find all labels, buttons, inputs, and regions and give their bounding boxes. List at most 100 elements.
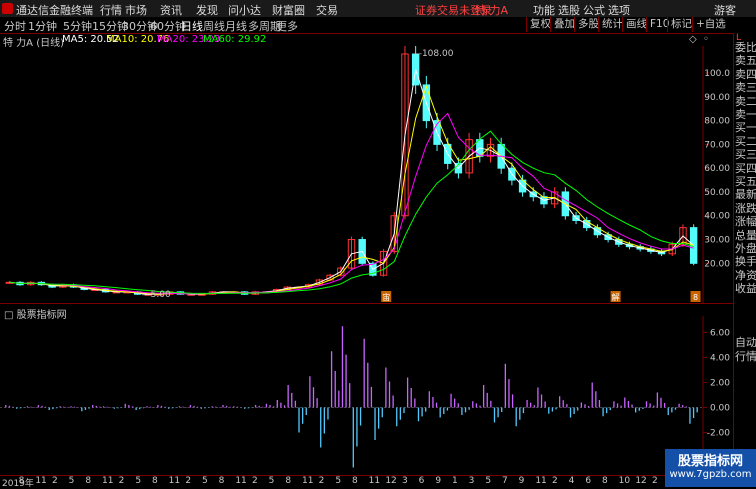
date-axis-label: 8 [85,476,92,486]
date-axis-label: 8 [602,476,608,486]
ma-lines [9,69,695,295]
indicator-chart[interactable]: 6.00 4.00 2.00 0.00 -2.00 [0,316,733,474]
chart-options-icon[interactable]: ◦ [703,34,709,45]
date-axis-label: 7 [502,476,508,486]
indicator-tick-label: 0.00 [710,404,730,414]
side-quote-field[interactable]: 买二 [735,135,756,148]
date-axis-label: 3 [468,476,475,486]
period-weekly[interactable]: 周线 [203,18,225,34]
max-price-label: —108.00 [413,49,454,59]
date-axis-label: 2 [185,476,192,486]
date-axis-label: 6 [585,476,592,486]
date-axis-label: 8 [152,476,158,486]
date-axis-label: 11 [102,476,114,486]
date-axis-label: 8 [218,476,225,486]
side-quote-field[interactable]: 涨幅 [735,215,756,228]
min-price-label: —5.00 [142,290,171,300]
side-quote-field[interactable]: 买四 [735,162,756,175]
date-axis-label: 5 [485,476,492,486]
period-1min[interactable]: 1分钟 [28,18,57,34]
menu-options[interactable]: 选项 [608,2,630,18]
side-quote-field[interactable]: 最新 [735,188,756,201]
side-quote-field[interactable]: 买一 [735,121,756,134]
date-axis-label: 1 [452,476,458,486]
date-axis-label: 8 [18,476,25,486]
side-auto-quote[interactable]: 行情 [735,350,756,363]
side-quote-field[interactable]: 卖三 [735,81,756,94]
side-quote-field[interactable]: 卖五 [735,54,756,67]
mark-button[interactable]: 标记 [667,17,695,32]
period-toolbar: 分时 1分钟 5分钟 15分钟 30分钟 60分钟 日线 周线 月线 多周期 更… [0,17,756,34]
price-tick-label: 60.00 [704,164,730,174]
date-axis-label: 9 [518,476,525,486]
date-axis-label: 8 [352,476,358,486]
app-logo-icon [2,3,13,14]
indicator-bars [0,326,703,468]
watermark-url: www.7gpzb.com [669,469,752,480]
date-axis-label: 10 [618,476,631,486]
date-axis-label: 11 [535,476,547,486]
menu-wealth[interactable]: 财富圈 [272,2,305,18]
indicator-tick-label: 4.00 [710,354,730,364]
side-quote-field[interactable]: 委比 [735,41,756,54]
menu-select-stock[interactable]: 选股 [558,2,580,18]
date-axis-label: 2 [252,476,258,486]
title-bar: 通达信金融终端 行情 市场 资讯 发现 问小达 财富圈 交易 证券交易未登录 特… [0,0,756,18]
menu-function[interactable]: 功能 [533,2,555,18]
side-auto-quote[interactable]: 自动 [735,336,756,349]
side-quote-field[interactable]: 总量 [735,229,756,242]
date-axis-label: 8 [285,476,292,486]
site-watermark: 股票指标网 www.7gpzb.com [665,449,756,487]
menu-formula[interactable]: 公式 [583,2,605,18]
side-quote-field[interactable]: 卖四 [735,68,756,81]
period-monthly[interactable]: 月线 [225,18,247,34]
watermark-title: 股票指标网 [677,454,743,469]
date-axis-label: 11 [35,476,47,486]
date-axis-label: 9 [435,476,442,486]
date-axis-label: 2 [52,476,58,486]
menu-market[interactable]: 市场 [125,2,147,18]
price-tick-label: 30.00 [704,236,730,246]
candlestick-chart[interactable]: 100.0 90.00 80.00 70.00 60.00 50.00 40.00 30.00… [0,46,733,303]
menu-quotes[interactable]: 行情 [100,2,122,18]
indicator-tick-label: 6.00 [710,329,730,339]
chart-settings-icon[interactable]: ◇ [689,34,697,45]
date-axis-label: 4 [568,476,575,486]
date-axis-label: 2 [118,476,125,486]
stock-title: 特 力A [475,4,509,17]
event-marker-label: 解 [612,292,620,302]
add-watchlist-button[interactable]: +自选 [692,17,729,32]
period-5min[interactable]: 5分钟 [63,18,92,34]
side-quote-field[interactable]: 卖二 [735,95,756,108]
event-marker-label: 8 [693,293,698,302]
side-quote-field[interactable]: 卖一 [735,108,756,121]
menu-trade[interactable]: 交易 [316,2,338,18]
side-quote-field[interactable]: 净资 [735,269,756,282]
side-quote-field[interactable]: 收益 [735,282,756,295]
date-axis-label: 5 [268,476,275,486]
date-axis-label: 2 [652,476,658,486]
side-quote-field[interactable]: 换手 [735,255,756,268]
side-quote-field[interactable]: 外盘 [735,242,756,255]
date-axis-label: 11 [302,476,314,486]
menu-discover[interactable]: 发现 [196,2,218,18]
event-marker-label: 宙 [382,292,390,302]
indicator-tick-label: -2.00 [707,429,731,439]
period-timeshare[interactable]: 分时 [4,18,26,34]
period-daily[interactable]: 日线 [181,18,203,34]
indicator-tick-label: 2.00 [710,379,730,389]
side-quote-field[interactable]: 涨跌 [735,202,756,215]
period-more[interactable]: 更多 [276,18,298,34]
date-axis-label: 5 [135,476,142,486]
menu-ask[interactable]: 问小达 [228,2,261,18]
date-axis-label: 11 [168,476,181,486]
date-axis-label: 5 [335,476,342,486]
price-axis: 100.0 90.00 80.00 70.00 60.00 50.00 40.00 30.00… [702,46,730,303]
side-quote-field[interactable]: 买三 [735,148,756,161]
guest-label[interactable]: 游客 [714,2,736,18]
app-name: 通达信金融终端 [16,4,93,17]
side-quote-field[interactable]: 买五 [735,175,756,188]
date-axis-label: 2 [552,476,558,486]
menu-news[interactable]: 资讯 [160,2,182,18]
date-axis-label: 6 [418,476,425,486]
